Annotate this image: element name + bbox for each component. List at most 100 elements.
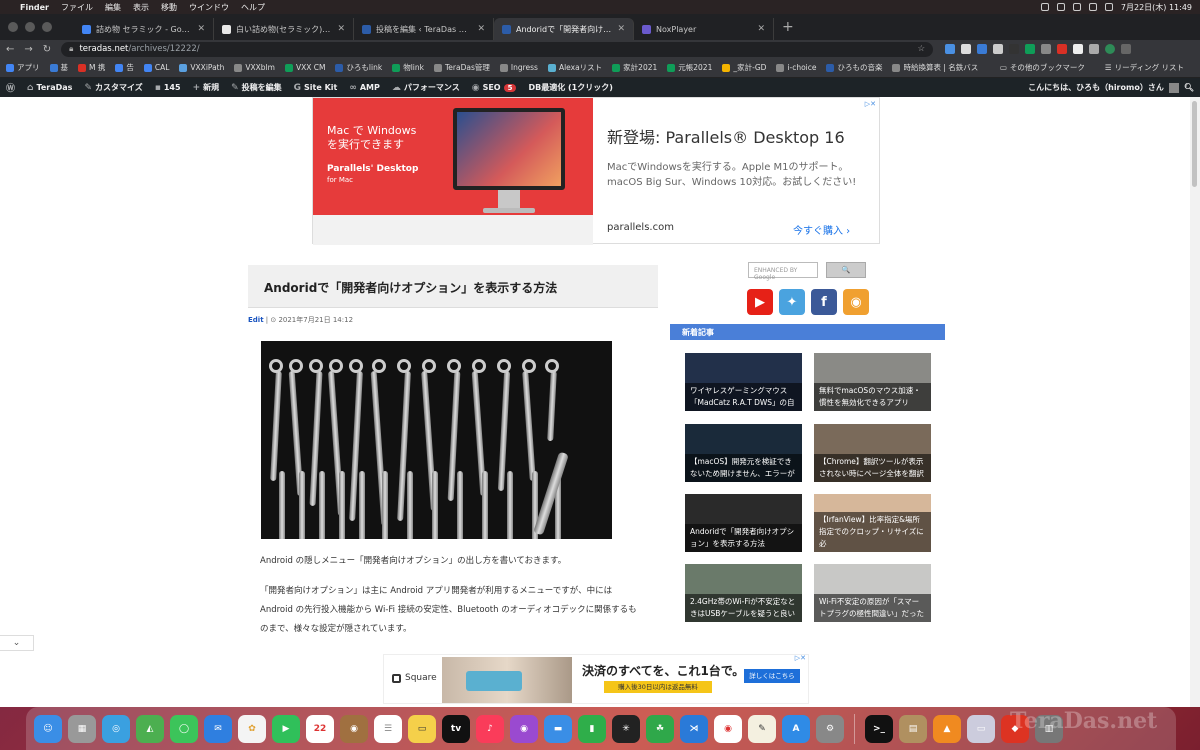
reload-icon[interactable]: ↻ (43, 44, 51, 55)
profile-avatar[interactable] (1105, 44, 1116, 54)
menu-file[interactable]: ファイル (61, 2, 93, 13)
menu-icon[interactable] (1121, 44, 1132, 54)
extension-icon[interactable] (945, 44, 956, 54)
wp-db-optimize[interactable]: DB最適化 (1クリック) (528, 82, 612, 93)
wp-edit-post[interactable]: ✎ 投稿を編集 (231, 82, 282, 93)
extension-icon[interactable] (1025, 44, 1036, 54)
ad-url[interactable]: parallels.com (607, 222, 674, 233)
lock-icon[interactable]: 🔒︎ (69, 44, 73, 54)
chrome-icon[interactable]: ◉ (714, 714, 742, 743)
close-tab-icon[interactable]: ✕ (197, 24, 205, 34)
bookmark-item[interactable]: _家計-GD (722, 62, 766, 73)
zoom-window-button[interactable] (42, 22, 52, 32)
extension-icon[interactable] (1041, 44, 1052, 54)
status-icon[interactable] (1056, 3, 1065, 11)
bookmark-item[interactable]: アプリ (6, 62, 40, 73)
keynote-icon[interactable]: ▬ (544, 714, 572, 743)
wp-site-name[interactable]: ⌂ TeraDas (27, 83, 72, 93)
forward-icon[interactable]: → (24, 44, 32, 55)
back-icon[interactable]: ← (6, 44, 14, 55)
search-input[interactable]: ENHANCED BY Google (748, 262, 818, 281)
app-store-icon[interactable]: A (782, 714, 810, 743)
photos-icon[interactable]: ✿ (238, 714, 266, 743)
browser-tab[interactable]: NoxPlayer ✕ (634, 18, 774, 40)
bookmark-item[interactable]: 物link (392, 62, 424, 73)
bookmark-item[interactable]: Ingress (499, 63, 538, 72)
bookmark-item[interactable]: ひろもの音楽 (826, 62, 882, 73)
extension-icon[interactable] (1009, 44, 1020, 54)
search-icon[interactable]: 🔍︎ (1184, 83, 1194, 92)
close-tab-icon[interactable]: ✕ (617, 24, 625, 34)
extension-icon[interactable] (1057, 44, 1068, 54)
bookmark-item[interactable]: 元帳2021 (667, 62, 712, 73)
wp-seo[interactable]: ◉ SEO 5 (472, 83, 517, 93)
new-tab-button[interactable]: + (774, 19, 802, 35)
messages-icon[interactable]: ◯ (170, 714, 198, 743)
finder-icon[interactable]: ☺ (34, 714, 62, 743)
rss-icon[interactable]: ◉ (843, 289, 869, 315)
safari-icon[interactable]: ◎ (102, 714, 130, 743)
post-card[interactable]: 【macOS】開発元を検証できないため開けません、エラーが (685, 424, 802, 482)
bookmark-item[interactable]: Alexaリスト (547, 62, 602, 73)
calendar-icon[interactable]: 22 (306, 714, 334, 743)
youtube-icon[interactable]: ▶ (747, 289, 773, 315)
collapse-ad-button[interactable]: ⌄ (0, 635, 34, 651)
apple-tv-icon[interactable]: tv (442, 714, 470, 743)
ad-headline[interactable]: 新登場: Parallels® Desktop 16 (607, 124, 845, 148)
browser-tab[interactable]: 投稿を編集 ‹ TeraDas — WordPress✕ (354, 18, 494, 40)
wordpress-logo-icon[interactable]: Ⓦ (6, 81, 15, 94)
wp-account[interactable]: こんにちは、ひろも（hiromo）さん 🔍︎ (1028, 82, 1194, 93)
menu-finder[interactable]: Finder (20, 3, 49, 12)
twitter-icon[interactable]: ✦ (779, 289, 805, 315)
post-card[interactable]: ワイヤレスゲーミングマウス「MadCatz R.A.T DWS」の自 (685, 353, 802, 411)
post-card[interactable]: 【IrfanView】比率指定&場所指定でのクロップ・リサイズに必 (814, 494, 931, 552)
close-tab-icon[interactable]: ✕ (757, 24, 765, 34)
parallels-ad[interactable]: Mac で Windows を実行できます Parallels' Desktop… (312, 97, 880, 245)
post-card[interactable]: 無料でmacOSのマウス加速・慣性を無効化できるアプリ (814, 353, 931, 411)
numbers-icon[interactable]: ▮ (578, 714, 606, 743)
battery-icon[interactable] (1088, 3, 1097, 11)
wifi-icon[interactable] (1072, 3, 1081, 11)
post-card[interactable]: Andoridで「開発者向けオプション」を表示する方法 (685, 494, 802, 552)
adchoices-icon[interactable]: ▷✕ (865, 100, 876, 108)
post-card[interactable]: 【Chrome】翻訳ツールが表示されない時にページ全体を翻訳 (814, 424, 931, 482)
post-card[interactable]: 2.4GHz帯のWi-Fiが不安定なときはUSBケーブルを疑うと良い (685, 564, 802, 622)
vscode-icon[interactable]: ⋊ (680, 714, 708, 743)
square-ad[interactable]: Square 決済のすべてを、これ1台で。 購入後30日以内は返品無料 詳しくは… (383, 654, 809, 704)
search-icon[interactable] (1104, 3, 1113, 11)
menu-view[interactable]: 表示 (133, 2, 149, 13)
extension-icon[interactable] (1073, 44, 1084, 54)
terminal-icon[interactable]: >_ (865, 714, 893, 743)
post-card[interactable]: Wi-Fi不安定の原因が「スマートプラグの極性間違い」だった (814, 564, 931, 622)
davinci-icon[interactable]: ✳ (612, 714, 640, 743)
page-scrollbar[interactable] (1190, 97, 1200, 707)
extension-icon[interactable] (961, 44, 972, 54)
notes-icon[interactable]: ▭ (408, 714, 436, 743)
bookmark-item[interactable]: ひろもlink (335, 62, 382, 73)
maps-icon[interactable]: ◭ (136, 714, 164, 743)
ad-buy-button[interactable]: 今すぐ購入 › (793, 222, 850, 237)
menu-go[interactable]: 移動 (161, 2, 177, 13)
music-icon[interactable]: ♪ (476, 714, 504, 743)
bookmark-item[interactable]: VXX CM (284, 63, 325, 72)
puzzle-icon[interactable] (1089, 44, 1100, 54)
adchoices-icon[interactable]: ▷✕ (795, 654, 806, 662)
bookmark-item[interactable]: CAL (143, 63, 169, 72)
wp-performance[interactable]: ☁ パフォーマンス (392, 82, 460, 93)
reading-list[interactable]: ☰ リーディング リスト (1105, 62, 1184, 73)
extension-icon[interactable] (977, 44, 988, 54)
evernote-icon[interactable]: ☘ (646, 714, 674, 743)
bookmark-item[interactable]: 基 (49, 62, 68, 73)
close-tab-icon[interactable]: ✕ (477, 24, 485, 34)
bookmark-star-icon[interactable]: ☆ (918, 44, 926, 54)
stacks-icon[interactable]: ▤ (899, 714, 927, 743)
search-button[interactable]: 🔍 (826, 262, 866, 278)
scrollbar-thumb[interactable] (1192, 101, 1197, 187)
bookmark-item[interactable]: VXXblm (234, 63, 275, 72)
close-window-button[interactable] (8, 22, 18, 32)
contacts-icon[interactable]: ◉ (340, 714, 368, 743)
textedit-icon[interactable]: ✎ (748, 714, 776, 743)
menu-window[interactable]: ウインドウ (189, 2, 229, 13)
edit-link[interactable]: Edit (248, 316, 264, 324)
podcasts-icon[interactable]: ◉ (510, 714, 538, 743)
